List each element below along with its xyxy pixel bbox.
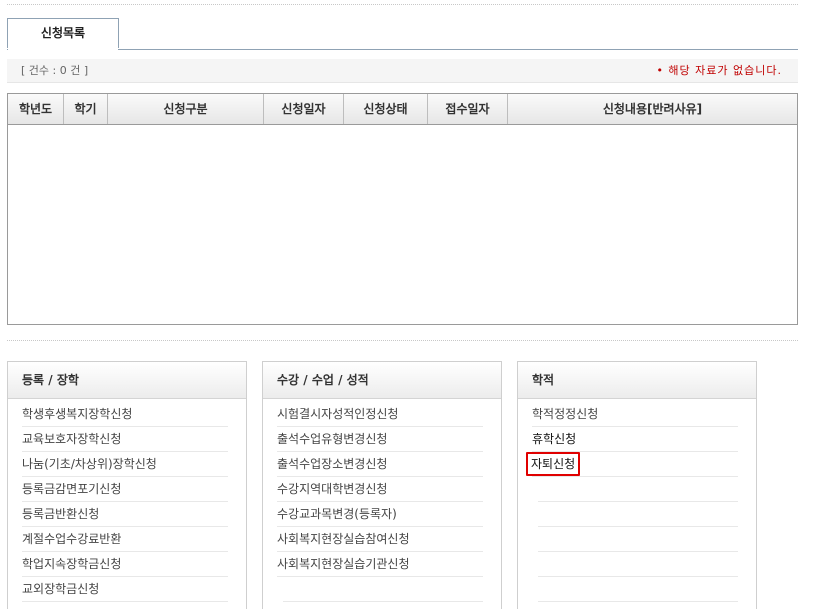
section-divider (7, 340, 798, 341)
empty-list-slot (538, 477, 738, 502)
link-item[interactable]: 교육보호자장학신청 (22, 427, 228, 452)
link-item[interactable]: 수강교과목변경(등록자) (277, 502, 483, 527)
col-application-status[interactable]: 신청상태 (344, 94, 428, 124)
panel-link-list: 시험결시자성적인정신청 출석수업유형변경신청 출석수업장소변경신청 수강지역대학… (277, 402, 483, 602)
col-application-content[interactable]: 신청내용[반려사유] (508, 94, 797, 124)
link-item[interactable]: 계절수업수강료반환 (22, 527, 228, 552)
col-application-type[interactable]: 신청구분 (108, 94, 264, 124)
record-count: [ 건수 : 0 건 ] (21, 64, 89, 77)
link-item[interactable]: 등록금반환신청 (22, 502, 228, 527)
panel-registration-scholarship: 등록 / 장학 학생후생복지장학신청 교육보호자장학신청 나눔(기초/차상위)장… (7, 361, 247, 609)
application-table: 학년도 학기 신청구분 신청일자 신청상태 접수일자 신청내용[반려사유] (7, 93, 798, 325)
empty-list-slot (283, 577, 483, 602)
empty-list-slot (538, 577, 738, 602)
panel-title: 수강 / 수업 / 성적 (263, 362, 501, 399)
link-item[interactable]: 시험결시자성적인정신청 (277, 402, 483, 427)
link-item[interactable]: 사회복지현장실습기관신청 (277, 552, 483, 577)
link-item[interactable]: 등록금감면포기신청 (22, 477, 228, 502)
panel-title: 등록 / 장학 (8, 362, 246, 399)
link-item[interactable]: 출석수업유형변경신청 (277, 427, 483, 452)
panel-link-list: 학생후생복지장학신청 교육보호자장학신청 나눔(기초/차상위)장학신청 등록금감… (22, 402, 228, 602)
col-application-date[interactable]: 신청일자 (264, 94, 344, 124)
link-item-highlighted: 자퇴신청 (526, 452, 738, 477)
tab-application-list[interactable]: 신청목록 (7, 18, 119, 50)
no-data-message: • 해당 자료가 없습니다. (656, 64, 782, 77)
table-header: 학년도 학기 신청구분 신청일자 신청상태 접수일자 신청내용[반려사유] (8, 94, 797, 125)
panel-academic-status: 학적 학적정정신청 휴학신청 자퇴신청 (517, 361, 757, 609)
panel-link-list: 학적정정신청 휴학신청 자퇴신청 (526, 402, 738, 602)
withdrawal-application-link[interactable]: 자퇴신청 (526, 452, 581, 476)
link-item[interactable]: 수강지역대학변경신청 (277, 477, 483, 502)
link-item[interactable]: 학업지속장학금신청 (22, 552, 228, 577)
link-item[interactable]: 교외장학금신청 (22, 577, 228, 602)
panel-course-grades: 수강 / 수업 / 성적 시험결시자성적인정신청 출석수업유형변경신청 출석수업… (262, 361, 502, 609)
col-academic-year[interactable]: 학년도 (8, 94, 64, 124)
link-item[interactable]: 사회복지현장실습참여신청 (277, 527, 483, 552)
link-item[interactable]: 학적정정신청 (532, 402, 738, 427)
empty-list-slot (538, 527, 738, 552)
link-item[interactable]: 학생후생복지장학신청 (22, 402, 228, 427)
col-semester[interactable]: 학기 (64, 94, 108, 124)
link-item[interactable]: 나눔(기초/차상위)장학신청 (22, 452, 228, 477)
empty-list-slot (538, 502, 738, 527)
empty-list-slot (538, 552, 738, 577)
table-body (8, 125, 797, 324)
summary-bar: [ 건수 : 0 건 ] • 해당 자료가 없습니다. (7, 59, 798, 83)
col-receipt-date[interactable]: 접수일자 (428, 94, 508, 124)
link-item[interactable]: 휴학신청 (532, 427, 738, 452)
top-divider (7, 4, 798, 5)
panel-title: 학적 (518, 362, 756, 399)
tab-bar: 신청목록 (7, 18, 798, 50)
link-item[interactable]: 출석수업장소변경신청 (277, 452, 483, 477)
